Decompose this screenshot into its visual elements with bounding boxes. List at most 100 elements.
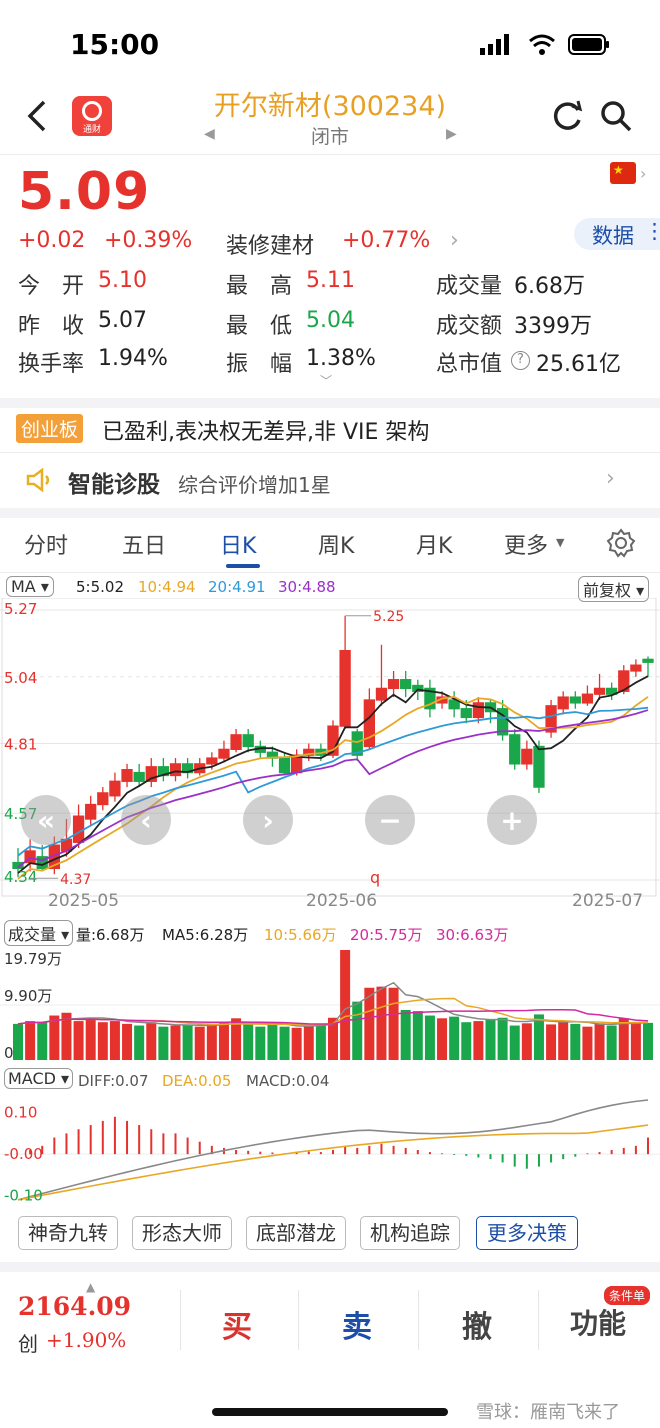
volume-selector[interactable]: 成交量 ▾ xyxy=(4,920,74,946)
sector-name[interactable]: 装修建材 xyxy=(226,228,314,260)
volume-bar xyxy=(485,1019,496,1060)
strategy-button-4[interactable]: 更多决策 xyxy=(476,1216,578,1250)
strategy-button-2[interactable]: 底部潜龙 xyxy=(246,1216,346,1250)
volume-chart[interactable]: 19.79万 9.90万 0 xyxy=(0,946,660,1064)
left-icon[interactable]: ‹ xyxy=(121,795,171,845)
stat-label: 成交额 xyxy=(436,314,503,339)
right-icon[interactable]: › xyxy=(243,795,293,845)
diagnosis-chevron-icon[interactable]: › xyxy=(606,466,615,491)
candle-fill xyxy=(206,758,217,764)
data-button[interactable]: 数据 ⋮ xyxy=(574,218,660,250)
refresh-icon[interactable] xyxy=(552,100,584,132)
diagnosis-title[interactable]: 智能诊股 xyxy=(68,465,160,499)
tab-5[interactable]: 更多 xyxy=(504,528,548,560)
q-label: q xyxy=(370,868,380,887)
price-change-pct: +0.39% xyxy=(104,228,193,253)
macd-diff-line xyxy=(17,1099,649,1201)
battery-icon xyxy=(568,34,609,55)
volume-bar xyxy=(558,1022,569,1060)
volume-bar xyxy=(643,1022,653,1060)
price-change: +0.02 xyxy=(18,228,86,253)
zoom-in-icon[interactable]: + xyxy=(487,795,537,845)
tab-3[interactable]: 周K xyxy=(318,528,354,560)
status-icons xyxy=(480,34,609,55)
help-icon[interactable]: ? xyxy=(511,351,530,370)
volume-bar xyxy=(182,1024,193,1060)
y-axis-label: 4.81 xyxy=(4,736,37,754)
function-button[interactable]: 功能 xyxy=(570,1302,626,1342)
volume-bar xyxy=(279,1026,290,1060)
candle-fill xyxy=(521,749,532,764)
candle-fill xyxy=(170,763,181,776)
ma-selector-label: MA xyxy=(11,577,36,596)
candlestick-chart[interactable]: 5.275.044.814.574.345.254.37 q2025-05 2025… xyxy=(0,598,660,914)
stat-value: 1.94% xyxy=(98,346,168,371)
macd-value: MACD:0.04 xyxy=(246,1072,330,1090)
board-text: 已盈利,表决权无差异,非 VIE 架构 xyxy=(102,420,430,445)
candle xyxy=(133,771,145,782)
svg-text:«: « xyxy=(37,804,55,837)
zoom-out-icon[interactable]: − xyxy=(365,795,415,845)
candle-fill xyxy=(85,804,96,820)
stat-value: 5.11 xyxy=(306,268,355,293)
volume-bar xyxy=(243,1024,254,1060)
tab-1[interactable]: 五日 xyxy=(122,528,166,560)
sector-chevron-icon[interactable]: › xyxy=(450,228,459,253)
stat-label: 成交量 xyxy=(436,274,503,299)
more-tabs-caret-icon[interactable]: ▼ xyxy=(556,536,564,549)
strategy-button-1[interactable]: 形态大师 xyxy=(132,1216,232,1250)
tab-2[interactable]: 日K xyxy=(220,528,256,560)
volume-bar xyxy=(49,1015,60,1060)
macd-y-label: -0.00 xyxy=(4,1145,43,1163)
tab-4[interactable]: 月K xyxy=(416,528,452,560)
ma30-legend: 30:4.88 xyxy=(278,578,336,596)
search-icon[interactable] xyxy=(600,100,632,132)
volume-bar xyxy=(618,1018,629,1060)
stat-value: 3399万 xyxy=(514,314,592,339)
index-value[interactable]: 2164.09 xyxy=(18,1292,131,1321)
cancel-order-button[interactable]: 撤 xyxy=(462,1302,492,1346)
board-tag: 创业板 xyxy=(16,414,84,443)
status-bar: 15:00 xyxy=(0,0,660,88)
signal-icon xyxy=(480,34,509,55)
volume-bar xyxy=(13,1023,23,1060)
volume-bar xyxy=(170,1025,181,1060)
volume-bar xyxy=(461,1022,472,1060)
volume-ma30: 30:6.63万 xyxy=(436,926,509,944)
ma-selector[interactable]: MA ▾ xyxy=(6,576,54,597)
candle-fill xyxy=(473,702,484,718)
next-stock-icon[interactable]: ▶ xyxy=(446,126,457,142)
volume-value: 量:6.68万 xyxy=(76,926,145,944)
volume-y-label: 0 xyxy=(4,1044,14,1062)
volume-bar xyxy=(376,986,387,1060)
buy-button[interactable]: 买 xyxy=(222,1302,252,1346)
flag-more-icon[interactable]: › xyxy=(640,164,646,183)
macd-selector[interactable]: MACD ▾ xyxy=(4,1068,74,1089)
low-label: 4.37 xyxy=(60,872,91,888)
stat-value: 5.07 xyxy=(98,308,147,333)
strategy-button-3[interactable]: 机构追踪 xyxy=(360,1216,460,1250)
stat-label: 总市值 xyxy=(436,352,503,377)
strategy-button-0[interactable]: 神奇九转 xyxy=(18,1216,118,1250)
sell-button[interactable]: 卖 xyxy=(342,1302,372,1346)
stat-label: 昨 收 xyxy=(18,314,85,339)
volume-bar xyxy=(606,1025,617,1060)
expand-chevron-icon[interactable]: ﹀ xyxy=(320,372,332,389)
wifi-icon xyxy=(529,34,555,55)
stat-label: 最 低 xyxy=(226,314,293,339)
macd-y-label: -0.10 xyxy=(4,1187,43,1205)
double-left-icon[interactable]: « xyxy=(21,795,71,845)
settings-gear-icon[interactable] xyxy=(606,528,636,558)
active-tab-indicator xyxy=(226,564,260,568)
volume-bar xyxy=(122,1023,133,1060)
macd-chart[interactable]: 0.10 -0.00 -0.10 xyxy=(0,1092,660,1208)
volume-bar xyxy=(400,1009,411,1060)
candle-fill xyxy=(630,665,641,671)
stat-value: 6.68万 xyxy=(514,274,585,299)
candle-fill xyxy=(73,816,84,843)
volume-bar xyxy=(352,1001,363,1060)
macd-dea: DEA:0.05 xyxy=(162,1072,232,1090)
prev-stock-icon[interactable]: ◀ xyxy=(204,126,215,142)
tab-0[interactable]: 分时 xyxy=(24,528,68,560)
macd-y-label: 0.10 xyxy=(4,1104,37,1122)
